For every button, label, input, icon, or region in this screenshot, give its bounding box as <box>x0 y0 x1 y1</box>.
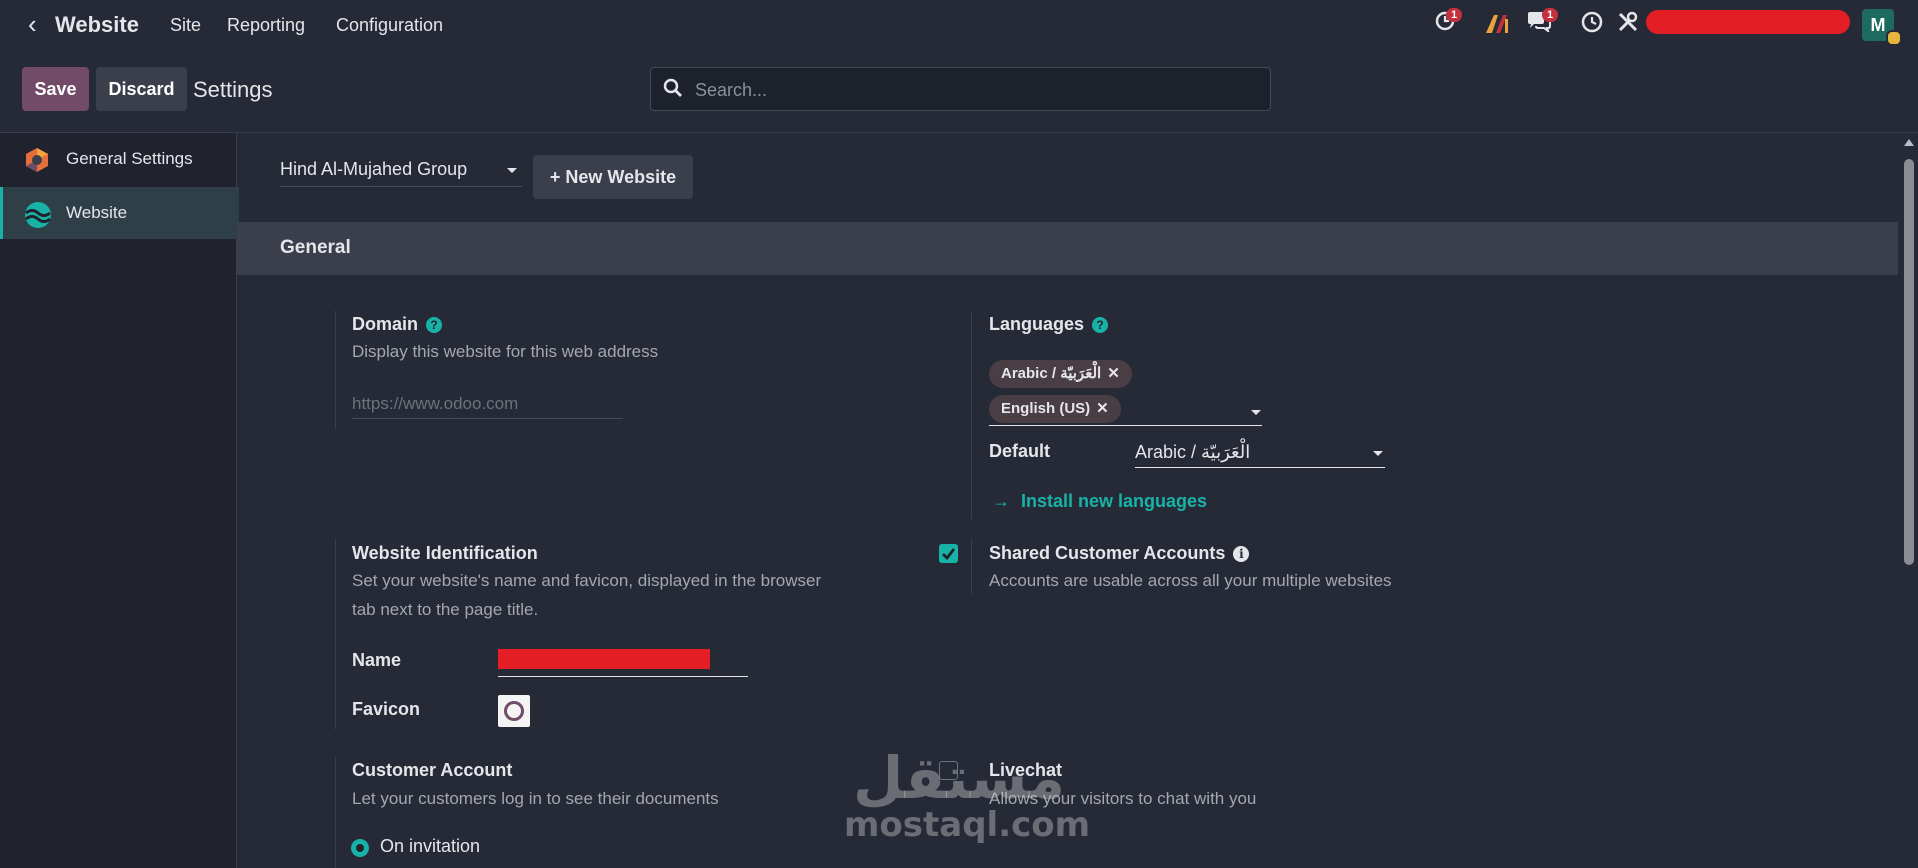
favicon-image[interactable] <box>498 695 530 727</box>
breadcrumb-title: Settings <box>193 77 273 102</box>
default-language-label: Default <box>989 441 1051 461</box>
tools-icon[interactable] <box>1616 10 1640 40</box>
sidebar-item-label: General Settings <box>66 149 193 168</box>
help-icon[interactable]: ? <box>1092 317 1109 333</box>
control-panel: Save Discard Settings <box>0 56 1918 133</box>
language-tag[interactable]: English (US) ✕ <box>989 395 1121 423</box>
top-navbar: ‹ Website Site Reporting Configuration 1… <box>0 0 1918 50</box>
sidebar-item-label: Website <box>66 203 128 222</box>
watermark-latin: mostaql.com <box>844 805 1091 845</box>
language-tag[interactable]: Arabic / الْعَرَبيّة ✕ <box>989 360 1132 388</box>
sidebar-item-general-settings[interactable]: General Settings <box>0 133 236 185</box>
checkmark-icon <box>942 548 956 561</box>
divider <box>335 311 336 429</box>
default-language-value: Arabic / الْعَرَبيّة <box>1135 442 1251 462</box>
divider <box>335 757 336 868</box>
favicon-label: Favicon <box>352 699 421 719</box>
scrollbar-thumb[interactable] <box>1904 159 1914 565</box>
menu-reporting[interactable]: Reporting <box>227 15 305 36</box>
domain-input[interactable] <box>352 389 623 419</box>
redacted-name-value <box>498 649 710 669</box>
scroll-up-arrow-icon[interactable] <box>1904 139 1914 146</box>
ai-logo-icon[interactable] <box>1484 13 1510 41</box>
search-icon <box>663 78 683 103</box>
redacted-username[interactable] <box>1646 10 1850 34</box>
content-scrollbar[interactable] <box>1900 133 1918 868</box>
settings-sidebar: General Settings Website <box>0 133 239 868</box>
website-identification-description: Set your website's name and favicon, dis… <box>352 571 822 619</box>
back-chevron-icon[interactable]: ‹ <box>28 11 37 37</box>
general-settings-icon <box>24 147 50 173</box>
website-selector-value: Hind Al-Mujahed Group <box>280 159 468 179</box>
user-status-icon <box>1886 30 1902 46</box>
remove-tag-icon[interactable]: ✕ <box>1096 400 1109 417</box>
mostaql-watermark: مستقل mostaql.com <box>844 744 1091 845</box>
on-invitation-label[interactable]: On invitation <box>380 836 480 857</box>
shared-accounts-description: Accounts are usable across all your mult… <box>989 571 1392 590</box>
domain-setting-title: Domain? <box>352 314 443 335</box>
save-button[interactable]: Save <box>22 67 89 111</box>
help-icon[interactable]: ? <box>426 317 443 333</box>
remove-tag-icon[interactable]: ✕ <box>1107 365 1120 382</box>
languages-setting-title: Languages? <box>989 314 1109 335</box>
messages-badge: 1 <box>1542 8 1559 22</box>
chevron-down-icon[interactable] <box>1251 410 1261 415</box>
section-title: General <box>280 237 351 258</box>
search-bar[interactable] <box>650 67 1271 111</box>
menu-site[interactable]: Site <box>170 15 201 36</box>
chevron-down-icon <box>507 168 517 173</box>
name-label: Name <box>352 650 402 670</box>
languages-field-underline <box>989 425 1262 426</box>
chevron-down-icon <box>1373 451 1383 456</box>
info-icon[interactable]: i <box>1233 546 1250 562</box>
arrow-right-icon: → <box>992 491 1010 511</box>
divider <box>971 311 972 519</box>
customer-account-description: Let your customers log in to see their d… <box>352 789 719 808</box>
clock-icon[interactable] <box>1580 10 1604 40</box>
website-app-icon <box>24 201 51 228</box>
new-website-button[interactable]: + New Website <box>533 155 693 199</box>
default-language-select[interactable]: Arabic / الْعَرَبيّة <box>1135 439 1385 468</box>
customer-account-title: Customer Account <box>352 760 513 780</box>
app-name[interactable]: Website <box>55 12 139 38</box>
divider <box>971 539 972 595</box>
discard-button[interactable]: Discard <box>96 67 187 111</box>
shared-accounts-title: Shared Customer Accounts i <box>989 543 1250 564</box>
activity-badge: 1 <box>1446 8 1463 22</box>
website-name-input[interactable] <box>498 643 748 677</box>
sidebar-item-website[interactable]: Website <box>0 187 239 239</box>
watermark-arabic: مستقل <box>852 744 1066 812</box>
menu-configuration[interactable]: Configuration <box>336 15 443 36</box>
on-invitation-radio[interactable] <box>351 839 369 857</box>
website-selector[interactable]: Hind Al-Mujahed Group <box>280 154 522 187</box>
website-identification-title: Website Identification <box>352 543 538 563</box>
divider <box>335 539 336 729</box>
search-input[interactable] <box>693 77 1257 103</box>
section-header-general: General <box>237 222 1898 275</box>
domain-description: Display this website for this web addres… <box>352 342 659 361</box>
shared-accounts-checkbox[interactable] <box>939 544 958 563</box>
install-languages-link[interactable]: → Install new languages <box>992 491 1207 512</box>
